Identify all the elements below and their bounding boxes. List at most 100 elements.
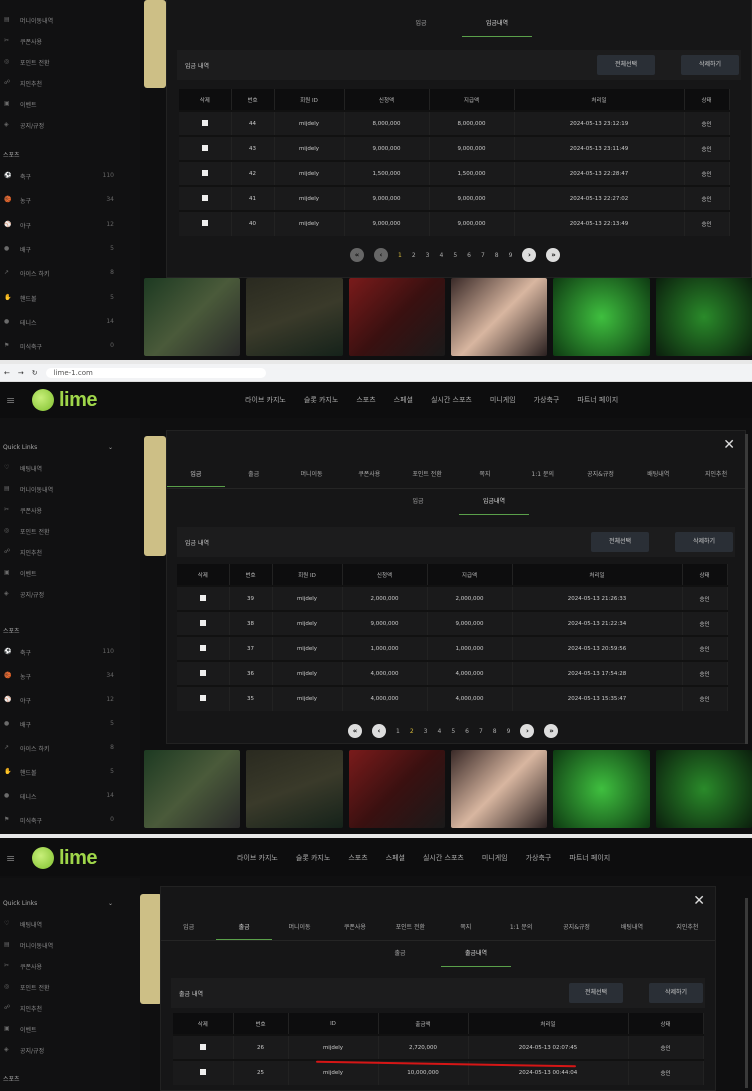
close-icon[interactable]: ✕	[693, 893, 705, 909]
sidebar-link[interactable]: ◎ 포인트 전환	[4, 983, 114, 992]
sidebar-link[interactable]: ✂ 쿠폰사용	[4, 37, 114, 46]
sidebar-link[interactable]: ☍ 지인추천	[4, 79, 114, 88]
nav-link[interactable]: 가상축구	[526, 853, 552, 863]
page-number[interactable]: 5	[451, 728, 455, 735]
modal-tab[interactable]: 입금	[167, 469, 225, 487]
page-number[interactable]: 4	[439, 252, 443, 259]
quick-links-header[interactable]: Quick Links ⌄	[3, 444, 113, 451]
sidebar-link[interactable]: ◎ 포인트 전환	[4, 58, 114, 67]
sidebar-sport[interactable]: ● 배구 5	[4, 720, 114, 729]
promo-tile-gamepad[interactable]	[655, 278, 752, 356]
modal-tab[interactable]: 배팅내역	[629, 469, 687, 478]
promo-tile-777[interactable]	[553, 750, 650, 828]
logo[interactable]: lime	[32, 847, 98, 870]
next-page-icon[interactable]: ›	[520, 724, 535, 738]
page-number[interactable]: 8	[493, 728, 497, 735]
nav-link[interactable]: 실시간 스포츠	[423, 853, 464, 863]
modal-tab[interactable]: 공지&규정	[572, 469, 630, 478]
row-checkbox[interactable]	[201, 220, 208, 226]
sidebar-sport[interactable]: ⚾ 야구 12	[4, 221, 114, 230]
row-checkbox[interactable]	[201, 144, 208, 151]
sidebar-link[interactable]: ☍ 지인추천	[4, 548, 114, 557]
row-checkbox[interactable]	[201, 119, 208, 126]
row-checkbox[interactable]	[199, 695, 206, 701]
sidebar-sport[interactable]: ● 테니스 14	[4, 318, 114, 327]
sidebar-link[interactable]: ✂ 쿠폰사용	[4, 506, 114, 515]
delete-checkbox-cell[interactable]	[179, 110, 232, 136]
prev-page-icon[interactable]: ‹	[374, 248, 388, 262]
sidebar-sport[interactable]: 🏀 농구 34	[4, 196, 114, 205]
page-number[interactable]: 6	[465, 728, 469, 735]
modal-tab[interactable]: 1:1 문의	[493, 922, 548, 931]
sidebar-sport[interactable]: ⚑ 미식축구 0	[4, 342, 114, 351]
sidebar-sport[interactable]: ✋ 핸드볼 5	[4, 294, 114, 303]
select-all-button[interactable]: 전체선택	[591, 532, 649, 552]
modal-tab[interactable]: 머니이동	[283, 469, 341, 478]
sidebar-link[interactable]: ☍ 지인추천	[4, 1004, 114, 1013]
page-number[interactable]: 9	[507, 728, 511, 735]
row-checkbox[interactable]	[201, 169, 208, 176]
nav-link[interactable]: 파트너 페이지	[577, 395, 618, 405]
sidebar-link[interactable]: ▤ 머니이동내역	[4, 16, 114, 25]
nav-link[interactable]: 스포츠	[356, 395, 375, 405]
delete-checkbox-cell[interactable]	[177, 585, 230, 611]
sidebar-link[interactable]: ♡ 배팅내역	[4, 464, 114, 473]
nav-link[interactable]: 파트너 페이지	[569, 853, 610, 863]
modal-tab[interactable]: 머니이동	[272, 922, 327, 931]
nav-link[interactable]: 스포츠	[348, 853, 367, 863]
sidebar-sport[interactable]: ⚑ 미식축구 0	[4, 816, 114, 825]
promo-tile-soccer[interactable]	[246, 750, 343, 828]
nav-link[interactable]: 스페셜	[386, 853, 405, 863]
sidebar-sport[interactable]: ✋ 핸드볼 5	[4, 768, 114, 777]
page-number[interactable]: 6	[467, 252, 471, 259]
page-number[interactable]: 7	[481, 252, 485, 259]
menu-icon[interactable]: ≡	[6, 394, 15, 407]
modal-tab[interactable]: 포인트 전환	[383, 922, 438, 931]
page-number[interactable]: 7	[479, 728, 483, 735]
next-page-icon[interactable]: ›	[522, 248, 537, 262]
address-bar[interactable]: lime-1.com	[45, 367, 266, 378]
nav-link[interactable]: 라이브 카지노	[245, 395, 286, 405]
page-number[interactable]: 5	[453, 252, 457, 259]
sidebar-link[interactable]: ♡ 배팅내역	[4, 920, 114, 929]
sidebar-link[interactable]: ✂ 쿠폰사용	[4, 962, 114, 971]
delete-button[interactable]: 삭제하기	[675, 532, 733, 552]
menu-icon[interactable]: ≡	[6, 852, 15, 865]
subtab-withdraw[interactable]: 출금	[365, 941, 435, 967]
nav-link[interactable]: 슬롯 카지노	[304, 395, 338, 405]
sidebar-link[interactable]: ▣ 이벤트	[4, 569, 114, 578]
promo-tile-slot[interactable]	[348, 278, 445, 356]
modal-tab[interactable]: 공지&규정	[549, 922, 604, 931]
delete-checkbox-cell[interactable]	[177, 610, 230, 636]
sidebar-sport[interactable]: ● 배구 5	[4, 245, 114, 254]
delete-checkbox-cell[interactable]	[177, 685, 230, 711]
sidebar-link[interactable]: ▣ 이벤트	[4, 1025, 114, 1034]
first-page-icon[interactable]: «	[348, 724, 362, 738]
modal-tab[interactable]: 쪽지	[438, 922, 493, 931]
delete-checkbox-cell[interactable]	[173, 1059, 234, 1085]
promo-tile-basketball[interactable]	[144, 278, 241, 356]
subtab-deposit[interactable]: 입금	[386, 11, 456, 37]
promo-tile-gamepad[interactable]	[655, 750, 752, 828]
row-checkbox[interactable]	[201, 194, 208, 201]
sidebar-sport[interactable]: ↗ 아이스 하키 8	[4, 744, 114, 753]
close-icon[interactable]: ✕	[723, 437, 735, 453]
page-number[interactable]: 1	[398, 252, 402, 259]
sidebar-sport[interactable]: ⚾ 야구 12	[4, 696, 114, 705]
nav-link[interactable]: 미니게임	[490, 395, 516, 405]
promo-tile-777[interactable]	[553, 278, 650, 356]
sidebar-link[interactable]: ▤ 머니이동내역	[4, 941, 114, 950]
page-number[interactable]: 1	[396, 728, 400, 735]
scrollbar[interactable]	[745, 898, 748, 1088]
page-number[interactable]: 9	[509, 252, 513, 259]
modal-tab[interactable]: 포인트 전환	[398, 469, 456, 478]
delete-checkbox-cell[interactable]	[177, 635, 230, 661]
modal-tab[interactable]: 출금	[216, 922, 272, 940]
row-checkbox[interactable]	[199, 1043, 206, 1050]
row-checkbox[interactable]	[199, 644, 206, 651]
reload-icon[interactable]: ↻	[32, 369, 38, 377]
promo-tile-basketball[interactable]	[144, 750, 241, 828]
page-number[interactable]: 8	[495, 252, 499, 259]
select-all-button[interactable]: 전체선택	[597, 55, 655, 75]
sidebar-link[interactable]: ◎ 포인트 전환	[4, 527, 114, 536]
